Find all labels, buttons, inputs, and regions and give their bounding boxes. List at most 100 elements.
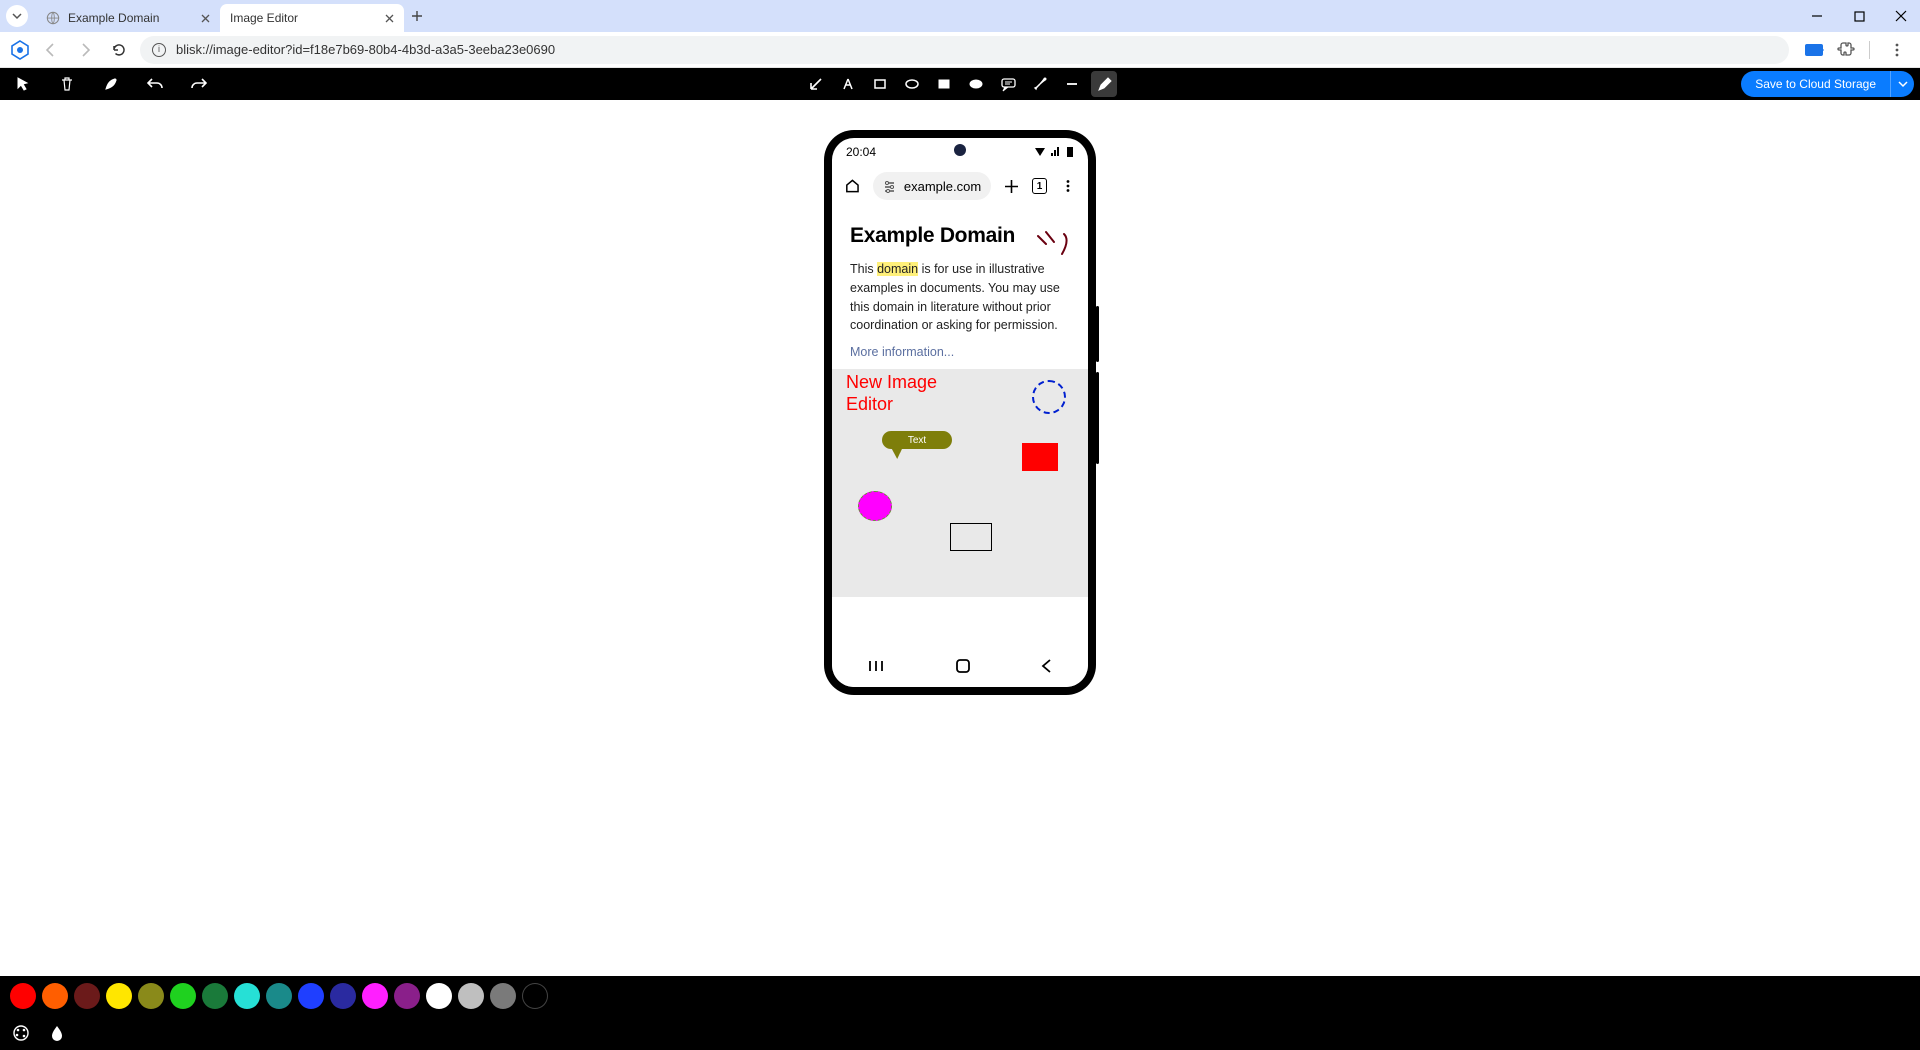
device-navbar xyxy=(832,645,1088,687)
separator xyxy=(1869,41,1870,59)
color-swatch[interactable] xyxy=(234,983,260,1009)
ellipse-fill-tool[interactable] xyxy=(963,71,989,97)
editor-canvas[interactable]: 20:04 example.com xyxy=(0,100,1920,976)
url-input[interactable]: i blisk://image-editor?id=f18e7b69-80b4-… xyxy=(140,36,1789,64)
color-swatch[interactable] xyxy=(458,983,484,1009)
color-swatch[interactable] xyxy=(330,983,356,1009)
rect-fill-annotation xyxy=(1022,443,1058,471)
globe-icon xyxy=(46,11,60,25)
rect-fill-tool[interactable] xyxy=(931,71,957,97)
close-window-button[interactable] xyxy=(1886,1,1916,31)
close-icon[interactable] xyxy=(198,11,212,25)
color-swatch[interactable] xyxy=(394,983,420,1009)
close-icon[interactable] xyxy=(382,11,396,25)
forward-button[interactable] xyxy=(72,37,98,63)
color-swatch[interactable] xyxy=(522,983,548,1009)
color-swatch[interactable] xyxy=(10,983,36,1009)
minimize-button[interactable] xyxy=(1802,1,1832,31)
save-label: Save to Cloud Storage xyxy=(1755,77,1876,91)
arrow-tool[interactable] xyxy=(803,71,829,97)
redo-button[interactable] xyxy=(186,71,212,97)
text-annotation: New Image Editor xyxy=(846,372,937,415)
color-swatch[interactable] xyxy=(74,983,100,1009)
color-swatch[interactable] xyxy=(106,983,132,1009)
kebab-menu-icon xyxy=(1059,177,1076,195)
mobile-url-text: example.com xyxy=(904,179,981,194)
new-tab-button[interactable] xyxy=(404,3,430,29)
app-logo-icon xyxy=(10,40,30,60)
tab-title: Image Editor xyxy=(230,11,374,25)
recents-icon xyxy=(867,659,885,673)
clock: 20:04 xyxy=(846,145,876,159)
swatch-row xyxy=(0,976,1920,1016)
maximize-button[interactable] xyxy=(1844,1,1874,31)
highlight-annotation: domain xyxy=(877,262,918,276)
color-swatch[interactable] xyxy=(202,983,228,1009)
more-info-link: More information... xyxy=(850,345,954,359)
home-icon xyxy=(844,177,861,195)
callout-annotation: Text xyxy=(882,431,952,449)
browser-titlebar: Example Domain Image Editor xyxy=(0,0,1920,32)
wifi-icon xyxy=(1034,147,1046,157)
editor-toolbar: Save to Cloud Storage xyxy=(0,68,1920,100)
tab-example-domain[interactable]: Example Domain xyxy=(36,4,220,32)
color-swatch[interactable] xyxy=(138,983,164,1009)
fill-icon[interactable] xyxy=(48,1024,66,1042)
tune-icon xyxy=(883,180,896,193)
color-swatch[interactable] xyxy=(42,983,68,1009)
rect-outline-annotation xyxy=(950,523,992,551)
ellipse-outline-tool[interactable] xyxy=(899,71,925,97)
color-swatch[interactable] xyxy=(490,983,516,1009)
delete-button[interactable] xyxy=(54,71,80,97)
color-palette xyxy=(0,976,1920,1050)
text-tool[interactable] xyxy=(835,71,861,97)
color-picker-icon[interactable] xyxy=(12,1024,30,1042)
url-text: blisk://image-editor?id=f18e7b69-80b4-4b… xyxy=(176,42,555,57)
color-swatch[interactable] xyxy=(362,983,388,1009)
back-button[interactable] xyxy=(38,37,64,63)
device-side-button xyxy=(1096,372,1099,464)
device-frame: 20:04 example.com xyxy=(824,130,1096,695)
color-swatch[interactable] xyxy=(426,983,452,1009)
signal-icon xyxy=(1050,147,1062,157)
plus-icon xyxy=(1003,177,1020,195)
color-swatch[interactable] xyxy=(298,983,324,1009)
mobile-browser-addressbar: example.com 1 xyxy=(832,166,1088,206)
device-side-button xyxy=(1096,306,1099,362)
camera-notch-icon xyxy=(954,144,966,156)
battery-icon xyxy=(1066,146,1074,158)
extensions-icon[interactable] xyxy=(1837,41,1855,59)
page-content: Example Domain This domain is for use in… xyxy=(832,206,1088,369)
select-tool[interactable] xyxy=(10,71,36,97)
callout-tool[interactable] xyxy=(995,71,1021,97)
reload-button[interactable] xyxy=(106,37,132,63)
tab-image-editor[interactable]: Image Editor xyxy=(220,4,404,32)
browser-addressbar: i blisk://image-editor?id=f18e7b69-80b4-… xyxy=(0,32,1920,68)
site-info-icon[interactable]: i xyxy=(152,43,166,57)
save-dropdown[interactable] xyxy=(1890,71,1914,97)
rect-outline-tool[interactable] xyxy=(867,71,893,97)
tab-count: 1 xyxy=(1032,178,1047,194)
highlighter-tool[interactable] xyxy=(1027,71,1053,97)
undo-button[interactable] xyxy=(142,71,168,97)
window-controls xyxy=(1802,0,1916,32)
ellipse-outline-annotation xyxy=(1032,380,1066,414)
page-empty-area: New Image Editor Text xyxy=(832,369,1088,597)
line-tool[interactable] xyxy=(1059,71,1085,97)
tab-title: Example Domain xyxy=(68,11,190,25)
pen-scribble-annotation xyxy=(1034,228,1074,268)
tabs-dropdown[interactable] xyxy=(6,5,28,27)
home-nav-icon xyxy=(955,658,971,674)
device-screen: 20:04 example.com xyxy=(832,138,1088,687)
color-swatch[interactable] xyxy=(266,983,292,1009)
penbrush-tool[interactable] xyxy=(1091,71,1117,97)
ellipse-fill-annotation xyxy=(858,491,892,521)
back-nav-icon xyxy=(1041,659,1053,673)
camera-indicator-icon[interactable] xyxy=(1805,44,1823,56)
clear-button[interactable] xyxy=(98,71,124,97)
mobile-url-field: example.com xyxy=(873,172,991,200)
browser-menu-button[interactable] xyxy=(1884,37,1910,63)
color-swatch[interactable] xyxy=(170,983,196,1009)
save-button[interactable]: Save to Cloud Storage xyxy=(1741,71,1890,97)
page-body: This domain is for use in illustrative e… xyxy=(850,260,1070,335)
